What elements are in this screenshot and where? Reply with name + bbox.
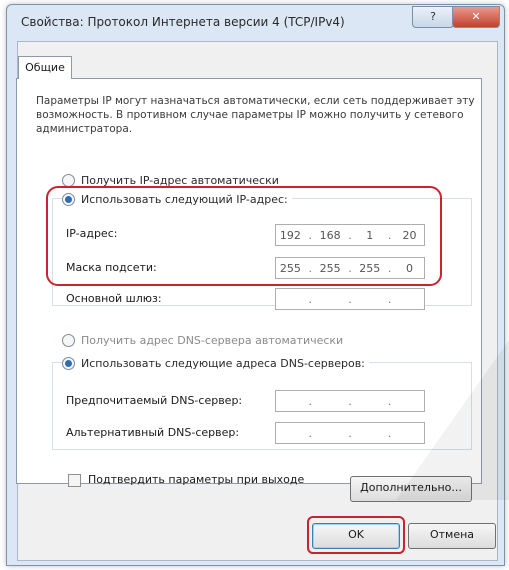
validate-label: Подтвердить параметры при выходе — [88, 473, 305, 486]
gateway-label: Основной шлюз: — [66, 292, 162, 305]
close-button[interactable]: ✕ — [452, 6, 500, 28]
dns-manual-label: Использовать следующие адреса DNS-сервер… — [81, 357, 365, 370]
validate-checkbox[interactable] — [68, 474, 81, 487]
tab-general[interactable]: Общие — [18, 56, 72, 79]
ok-highlight-annotation — [307, 516, 405, 554]
cancel-button[interactable]: Отмена — [408, 523, 496, 549]
watermark-shape — [396, 330, 509, 500]
description-text: Параметры IP могут назначаться автоматич… — [36, 95, 475, 135]
dns-auto-radio[interactable]: Получить адрес DNS-сервера автоматически — [62, 334, 343, 347]
help-button[interactable]: ? — [412, 6, 454, 28]
dns-manual-radio[interactable]: Использовать следующие адреса DNS-сервер… — [62, 357, 369, 370]
gateway-input[interactable]: . . . — [275, 288, 425, 310]
preferred-dns-label: Предпочитаемый DNS-сервер: — [66, 394, 243, 407]
title-bar[interactable]: Свойства: Протокол Интернета версии 4 (T… — [7, 5, 504, 39]
radio-icon — [62, 334, 75, 347]
alternate-dns-label: Альтернативный DNS-сервер: — [66, 426, 240, 439]
radio-checked-icon — [62, 357, 75, 370]
dns-auto-label: Получить адрес DNS-сервера автоматически — [81, 334, 344, 347]
ip-highlight-annotation — [46, 186, 442, 286]
window-title: Свойства: Протокол Интернета версии 4 (T… — [21, 15, 345, 29]
